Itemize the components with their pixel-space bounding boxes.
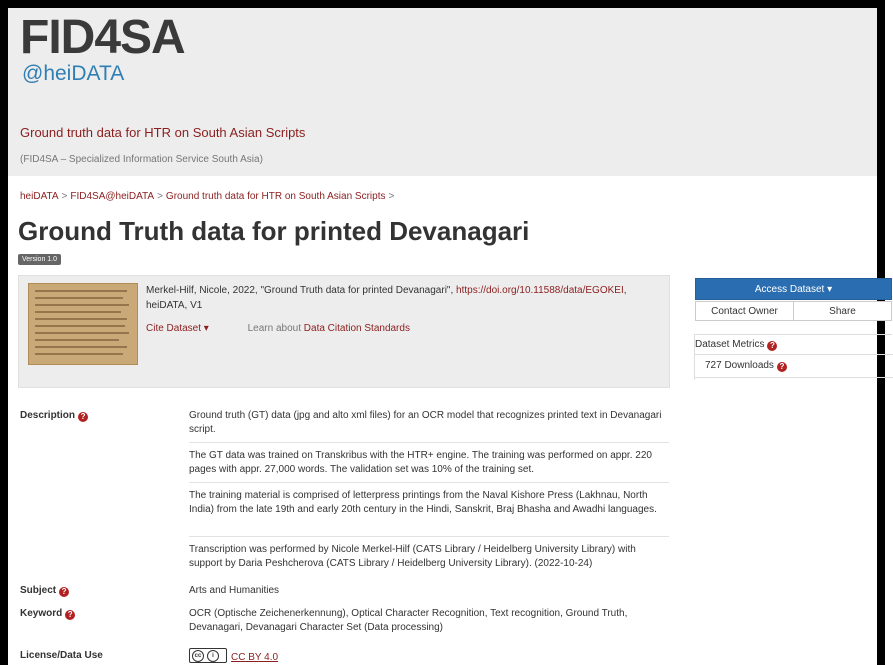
breadcrumb-separator: > (61, 191, 68, 202)
subject-label-text: Subject (20, 585, 57, 596)
subject-value: Arts and Humanities (189, 585, 280, 596)
help-circle-icon[interactable]: ? (59, 587, 70, 597)
fid4sa-logo[interactable]: FID4SA (20, 11, 186, 64)
help-circle-icon[interactable]: ? (78, 412, 89, 422)
help-circle-icon[interactable]: ? (65, 610, 76, 620)
license-value: cc i CC BY 4.0 (189, 648, 669, 665)
keyword-value: OCR (Optische Zeichenerkennung), Optical… (189, 608, 628, 633)
downloads-label: 727 Downloads (705, 360, 774, 371)
cite-dataset-button[interactable]: Cite Dataset ▾ (146, 323, 209, 334)
help-circle-icon[interactable]: ? (767, 341, 778, 351)
owner-actions: Contact Owner Share (695, 301, 892, 321)
subject-label: Subject? (20, 585, 70, 597)
page-title: Ground Truth data for printed Devanagari (18, 216, 530, 246)
logo-subtitle: @heiDATA (22, 62, 125, 85)
data-citation-standards-link[interactable]: Data Citation Standards (304, 323, 410, 334)
learn-about-text: Learn about (247, 323, 304, 334)
description-label-text: Description (20, 410, 76, 421)
logo-suffix: SA (120, 11, 186, 64)
doi-link[interactable]: https://doi.org/10.11588/data/EGOKEI (456, 285, 624, 296)
description-paragraph: Transcription was performed by Nicole Me… (189, 544, 636, 569)
logo-prefix: FID (20, 11, 95, 64)
keyword-label-text: Keyword (20, 608, 63, 619)
license-label: License/Data Use (20, 650, 103, 661)
help-circle-icon[interactable]: ? (776, 362, 787, 372)
divider (189, 442, 669, 443)
access-dataset-button[interactable]: Access Dataset ▾ (695, 278, 892, 300)
breadcrumb-separator: > (388, 191, 395, 202)
breadcrumb-item-heidata[interactable]: heiDATA (20, 191, 59, 202)
metrics-title: Dataset Metrics? (695, 339, 778, 351)
divider (189, 536, 669, 537)
breadcrumb-separator: > (157, 191, 163, 202)
citation-prefix: Merkel-Hilf, Nicole, 2022, "Ground Truth… (146, 285, 457, 296)
downloads-count: 727 Downloads? (695, 354, 893, 378)
dataverse-subtitle: (FID4SA – Specialized Information Servic… (20, 154, 263, 165)
version-badge: Version 1.0 (18, 254, 62, 265)
citation-box: Merkel-Hilf, Nicole, 2022, "Ground Truth… (18, 275, 670, 388)
breadcrumb-item-dataverse[interactable]: Ground truth data for HTR on South Asian… (166, 191, 386, 202)
logo-four: 4 (94, 11, 121, 64)
description-paragraph: The GT data was trained on Transkribus w… (189, 450, 652, 475)
dataverse-header: FID4SA @heiDATA Ground truth data for HT… (8, 8, 877, 176)
breadcrumb-item-fid4sa[interactable]: FID4SA@heiDATA (70, 191, 154, 202)
keyword-label: Keyword? (20, 608, 76, 620)
contact-owner-button[interactable]: Contact Owner (695, 301, 794, 321)
dataverse-title[interactable]: Ground truth data for HTR on South Asian… (20, 125, 305, 140)
dataset-metrics: Dataset Metrics? 727 Downloads? (694, 334, 893, 380)
share-button[interactable]: Share (793, 301, 892, 321)
description-paragraph: The training material is comprised of le… (189, 490, 657, 515)
breadcrumb: heiDATA > FID4SA@heiDATA > Ground truth data… (20, 191, 397, 202)
dataset-thumbnail (28, 283, 138, 365)
citation-text: Merkel-Hilf, Nicole, 2022, "Ground Truth… (146, 283, 666, 313)
metrics-title-label: Dataset Metrics (695, 339, 765, 350)
cite-actions: Cite Dataset ▾ Learn about Data Citation… (146, 323, 410, 334)
license-link[interactable]: CC BY 4.0 (231, 652, 278, 663)
description-label: Description? (20, 410, 89, 422)
description-paragraph: Ground truth (GT) data (jpg and alto xml… (189, 410, 662, 435)
creative-commons-icon: cc i (189, 648, 227, 663)
divider (189, 482, 669, 483)
